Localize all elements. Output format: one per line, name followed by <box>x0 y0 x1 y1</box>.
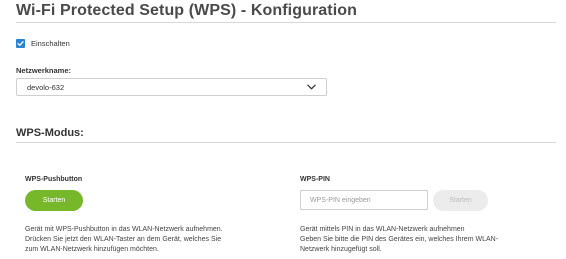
network-name-select[interactable]: devolo-632 <box>16 78 327 96</box>
pin-input[interactable]: WPS-PIN eingeben <box>300 190 428 210</box>
pushbutton-description-line: zum WLAN-Netzwerk hinzufügen möchten. <box>25 246 159 253</box>
pin-title: WPS-PIN <box>300 176 330 183</box>
enable-label: Einschalten <box>31 39 70 48</box>
pin-description-line: Gerät mittels PIN in das WLAN-Netzwerk a… <box>300 226 465 233</box>
pin-description: Gerät mittels PIN in das WLAN-Netzwerk a… <box>300 225 498 255</box>
network-name-value: devolo-632 <box>27 82 65 92</box>
pushbutton-title: WPS-Pushbutton <box>25 176 83 183</box>
title-divider <box>16 22 556 23</box>
pushbutton-description-line: Gerät mit WPS-Pushbutton in das WLAN-Net… <box>25 226 223 233</box>
pushbutton-start-button[interactable]: Starten <box>25 190 83 211</box>
check-icon <box>17 41 24 46</box>
pin-description-line: Geben Sie bitte die PIN des Gerätes ein,… <box>300 236 499 243</box>
pin-section: WPS-PIN WPS-PIN eingeben Starten Gerät m… <box>300 176 562 253</box>
enable-checkbox[interactable] <box>16 39 25 48</box>
page-title: Wi-Fi Protected Setup (WPS) - Konfigurat… <box>16 2 358 19</box>
network-name-label: Netzwerkname: <box>16 66 72 75</box>
pin-start-button[interactable]: Starten <box>433 190 488 211</box>
pushbutton-description-line: Drücken Sie jetzt den WLAN-Taster an dem… <box>25 236 222 243</box>
pin-description-line: Netzwerk hinzugefügt soll. <box>300 246 382 253</box>
enable-row[interactable]: Einschalten <box>16 39 70 48</box>
pushbutton-section: WPS-Pushbutton Starten Gerät mit WPS-Pus… <box>25 176 295 253</box>
wps-mode-divider <box>16 142 556 143</box>
chevron-down-icon <box>307 84 316 90</box>
wps-mode-title: WPS-Modus: <box>16 127 84 139</box>
pushbutton-description: Gerät mit WPS-Pushbutton in das WLAN-Net… <box>25 225 223 255</box>
